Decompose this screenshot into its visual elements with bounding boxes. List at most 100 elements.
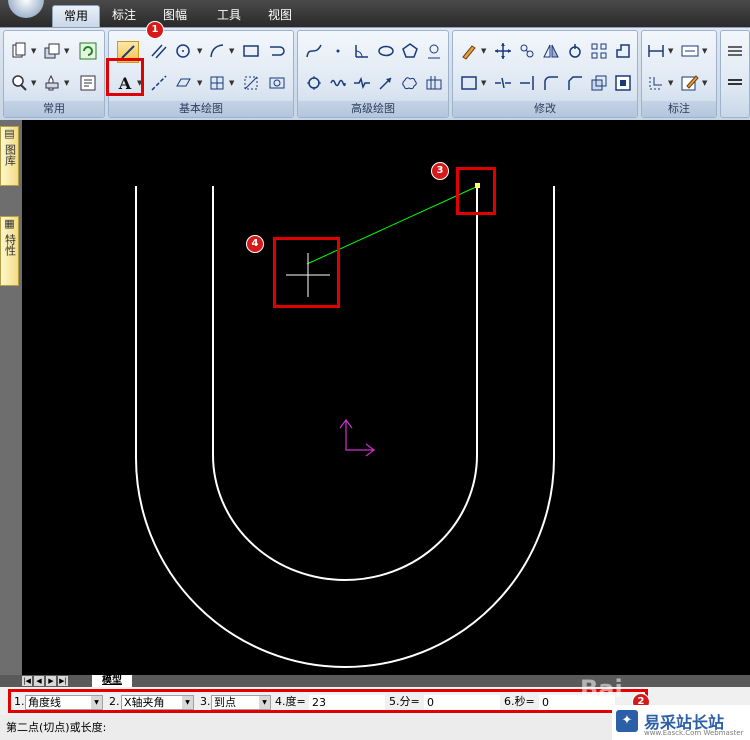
sidetab-library[interactable]: ▤ 图库 — [0, 126, 19, 186]
dimension-style-icon[interactable] — [680, 41, 700, 61]
parallel-line-icon[interactable] — [149, 41, 169, 61]
second-label: 6.秒= — [504, 695, 535, 708]
prev-sheet-icon[interactable]: ◀ — [34, 676, 44, 686]
circle-icon[interactable] — [173, 41, 193, 61]
open-file-dropdown-icon[interactable]: ▼ — [64, 41, 71, 61]
table-insert-icon[interactable] — [424, 73, 444, 93]
gear-icon[interactable] — [304, 73, 324, 93]
last-sheet-icon[interactable]: ▶| — [58, 676, 68, 686]
stretch-icon[interactable] — [613, 41, 633, 61]
group-advanced-draw: 高级绘图 — [297, 30, 449, 118]
ellipse-icon[interactable] — [376, 41, 396, 61]
group-common: ▼ ▼ ▼ ▼ 常用 — [3, 30, 105, 118]
rectangle-icon[interactable] — [241, 41, 261, 61]
sheet-tab-model[interactable]: 模型 — [92, 675, 132, 687]
chamfer-icon[interactable] — [565, 73, 585, 93]
angle-icon[interactable] — [352, 41, 372, 61]
site-url: www.Easck.Com Webmaster — [644, 729, 744, 737]
refresh-icon[interactable] — [78, 41, 98, 61]
sidetab-properties[interactable]: ▦ 特性 — [0, 216, 19, 286]
fillet-icon[interactable] — [541, 73, 561, 93]
spline-icon[interactable] — [304, 41, 324, 61]
angle-reference-select[interactable]: X轴夹角 ▼ — [121, 695, 194, 710]
sidetab-properties-label: 特性 — [3, 234, 17, 256]
ribbon-tab-bar: 常用 标注 图幅 工具 视图 — [0, 0, 750, 28]
open-file-icon[interactable] — [42, 41, 62, 61]
new-file-dropdown-icon[interactable]: ▼ — [31, 41, 38, 61]
edit-dimension-icon[interactable] — [680, 73, 700, 93]
arc-dropdown-icon[interactable]: ▼ — [229, 41, 236, 61]
line-type-dropdown-icon[interactable]: ▼ — [91, 696, 102, 709]
highlight-box-start-point — [456, 167, 496, 215]
app-logo-icon[interactable] — [8, 0, 44, 18]
tab-dimension[interactable]: 标注 — [104, 5, 144, 27]
wave-line-icon[interactable] — [328, 73, 348, 93]
end-mode-dropdown-icon[interactable]: ▼ — [259, 696, 270, 709]
hatch-icon[interactable] — [173, 73, 193, 93]
copy-icon[interactable] — [517, 41, 537, 61]
sheet-tab-bar: |◀ ◀ ▶ ▶| 模型 — [0, 675, 750, 687]
hatch-dropdown-icon[interactable]: ▼ — [197, 73, 204, 93]
group-label-modify: 修改 — [453, 101, 637, 117]
pan-dropdown-icon[interactable]: ▼ — [64, 73, 71, 93]
tolerance-dropdown-icon[interactable]: ▼ — [668, 73, 675, 93]
brush-dropdown-icon[interactable]: ▼ — [481, 41, 488, 61]
library-icon: ▤ — [4, 127, 15, 140]
move-icon[interactable] — [493, 41, 513, 61]
image-icon[interactable] — [267, 73, 287, 93]
array-icon[interactable] — [589, 41, 609, 61]
mirror-icon[interactable] — [541, 41, 561, 61]
trim-dropdown-icon[interactable]: ▼ — [481, 73, 488, 93]
site-watermark: ✦ 易采站长站 www.Easck.Com Webmaster — [612, 705, 750, 740]
brush-icon[interactable] — [459, 41, 479, 61]
tab-common[interactable]: 常用 — [52, 5, 100, 28]
end-mode-select[interactable]: 到点 ▼ — [211, 695, 271, 710]
center-hole-icon[interactable] — [424, 41, 444, 61]
edit-dimension-dropdown-icon[interactable]: ▼ — [702, 73, 709, 93]
angle-reference-dropdown-icon[interactable]: ▼ — [182, 696, 193, 709]
dimension-dropdown-icon[interactable]: ▼ — [668, 41, 675, 61]
group-partial — [720, 30, 750, 118]
circle-dropdown-icon[interactable]: ▼ — [197, 41, 204, 61]
scale-icon[interactable] — [589, 73, 609, 93]
zoom-icon[interactable] — [9, 73, 29, 93]
arrow-icon[interactable] — [376, 73, 396, 93]
dimension-style-dropdown-icon[interactable]: ▼ — [702, 41, 709, 61]
tab-view[interactable]: 视图 — [260, 5, 300, 27]
option3-number: 3. — [200, 695, 211, 708]
tolerance-icon[interactable] — [646, 73, 666, 93]
boundary-icon[interactable] — [241, 73, 261, 93]
block-icon[interactable] — [207, 73, 227, 93]
rotate-icon[interactable] — [565, 41, 585, 61]
trim-icon[interactable] — [459, 73, 479, 93]
linear-dimension-icon[interactable] — [646, 41, 666, 61]
next-sheet-icon[interactable]: ▶ — [46, 676, 56, 686]
group-dimension: ▼ ▼ ▼ ▼ 标注 — [641, 30, 717, 118]
drawing-canvas[interactable]: 3 4 — [22, 120, 750, 675]
group-label-advanced-draw: 高级绘图 — [298, 101, 448, 117]
properties-icon[interactable] — [78, 73, 98, 93]
degree-input[interactable]: 23 — [309, 695, 385, 710]
list-icon[interactable] — [725, 73, 745, 93]
line-type-select[interactable]: 角度线 ▼ — [25, 695, 103, 710]
offset-icon[interactable] — [613, 73, 633, 93]
block-dropdown-icon[interactable]: ▼ — [229, 73, 236, 93]
polyline-icon[interactable] — [267, 41, 287, 61]
break-line-icon[interactable] — [352, 73, 372, 93]
extend-icon[interactable] — [517, 73, 537, 93]
minute-input[interactable]: 0 — [424, 695, 500, 710]
menu-lines-icon[interactable] — [725, 41, 745, 61]
arc-icon[interactable] — [207, 41, 227, 61]
polygon-icon[interactable] — [400, 41, 420, 61]
cloud-line-icon[interactable] — [400, 73, 420, 93]
group-label-dimension: 标注 — [642, 101, 716, 117]
first-sheet-icon[interactable]: |◀ — [22, 676, 32, 686]
point-icon[interactable] — [328, 41, 348, 61]
line-type-value: 角度线 — [28, 696, 61, 709]
zoom-dropdown-icon[interactable]: ▼ — [31, 73, 38, 93]
new-file-icon[interactable] — [9, 41, 29, 61]
center-line-icon[interactable] — [149, 73, 169, 93]
tab-tools[interactable]: 工具 — [206, 5, 252, 27]
break-icon[interactable] — [493, 73, 513, 93]
pan-icon[interactable] — [42, 73, 62, 93]
